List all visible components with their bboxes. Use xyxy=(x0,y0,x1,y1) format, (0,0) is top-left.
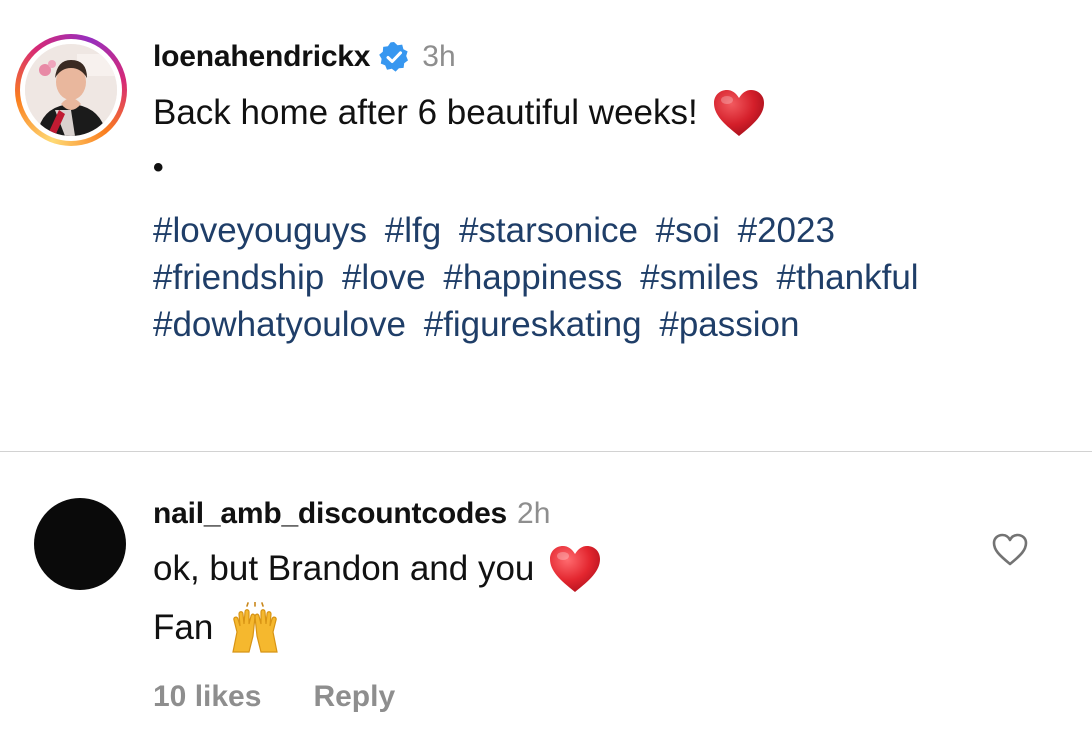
hashtag-link[interactable]: #lfg xyxy=(385,211,441,250)
post-caption: loenahendrickx 3h Back home after 6 beau… xyxy=(0,0,1092,452)
red-heart-icon xyxy=(712,88,766,138)
hashtag-link[interactable]: #friendship xyxy=(153,258,324,297)
comment-likes-count[interactable]: 10 likes xyxy=(153,680,261,714)
heart-outline-icon xyxy=(992,533,1028,566)
hashtag-link[interactable]: #thankful xyxy=(777,258,919,297)
reply-button[interactable]: Reply xyxy=(313,680,395,714)
hashtag-list: #loveyouguys #lfg #starsonice #soi #2023… xyxy=(153,207,1013,348)
hashtag-link[interactable]: #starsonice xyxy=(459,211,638,250)
comment-actions: 10 likes Reply xyxy=(153,680,395,714)
caption-body: Back home after 6 beautiful weeks! xyxy=(153,93,698,132)
post-header: loenahendrickx 3h xyxy=(153,34,456,80)
like-comment-button[interactable] xyxy=(990,530,1030,570)
comment-header: nail_amb_discountcodes 2h xyxy=(153,494,550,534)
caption-separator: • xyxy=(153,151,164,184)
avatar-photo-icon xyxy=(25,44,117,136)
verified-badge-icon xyxy=(378,41,410,73)
raising-hands-icon xyxy=(227,601,283,654)
comment-text-line: ok, but Brandon and you xyxy=(153,544,602,594)
comment-text-line: Fan xyxy=(153,601,283,654)
comment-text: Fan xyxy=(153,608,214,647)
avatar[interactable] xyxy=(25,44,117,136)
comment-avatar[interactable] xyxy=(34,498,126,590)
post-username[interactable]: loenahendrickx xyxy=(153,40,370,74)
hashtag-link[interactable]: #happiness xyxy=(443,258,622,297)
post-timestamp: 3h xyxy=(422,40,456,73)
hashtag-link[interactable]: #dowhatyoulove xyxy=(153,305,406,344)
hashtag-link[interactable]: #loveyouguys xyxy=(153,211,367,250)
divider xyxy=(0,451,1092,452)
hashtag-link[interactable]: #soi xyxy=(656,211,720,250)
caption-text: Back home after 6 beautiful weeks! xyxy=(153,88,766,138)
hashtag-link[interactable]: #passion xyxy=(659,305,799,344)
story-ring[interactable] xyxy=(15,34,127,146)
red-heart-icon xyxy=(548,544,602,594)
hashtag-link[interactable]: #smiles xyxy=(640,258,759,297)
comment-username[interactable]: nail_amb_discountcodes xyxy=(153,497,507,531)
hashtag-link[interactable]: #love xyxy=(342,258,426,297)
hashtag-link[interactable]: #2023 xyxy=(738,211,835,250)
comment-text: ok, but Brandon and you xyxy=(153,549,535,588)
hashtag-link[interactable]: #figureskating xyxy=(424,305,642,344)
comment-timestamp: 2h xyxy=(517,497,551,530)
